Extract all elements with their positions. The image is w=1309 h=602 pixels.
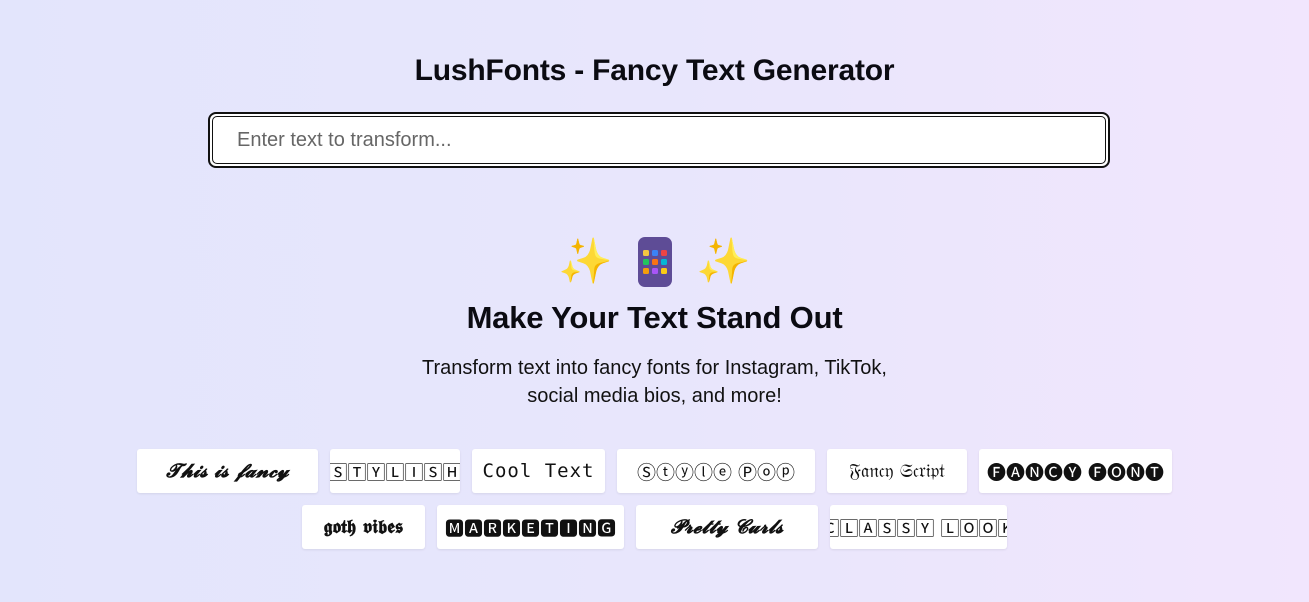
page-title: LushFonts - Fancy Text Generator [414, 54, 895, 87]
hero-subtitle-line-2: social media bios, and more! [527, 385, 782, 407]
app-tile [642, 259, 649, 265]
hero-subtitle-line-1: Transform text into fancy fonts for Inst… [422, 357, 887, 379]
example-chip[interactable]: 🅕🅐🅝🅒🅨 🅕🅞🅝🅣 [979, 449, 1172, 493]
app-tile [642, 268, 649, 274]
example-chip[interactable]: 𝓟𝓻𝓮𝓽𝓽𝔂 𝓒𝓾𝓻𝓵𝓼 [636, 505, 818, 549]
example-chip[interactable]: 🄲🄻🄰🅂🅂🅈 🄻🄾🄾🄺 [830, 505, 1007, 549]
hero-headline: Make Your Text Stand Out [466, 300, 843, 335]
search-input[interactable] [212, 116, 1106, 164]
app-tile [651, 259, 658, 265]
example-chip[interactable]: 🅂🅃🅈🄻🄸🅂🄷 [330, 449, 460, 493]
example-chip[interactable]: 𝙲𝚘𝚘𝚕 𝚃𝚎𝚡𝚝 [472, 449, 605, 493]
example-chip[interactable]: Ⓢⓣⓨⓛⓔ Ⓟⓞⓟ [617, 449, 815, 493]
example-chips-row-2: 𝖌𝖔𝖙𝖍 𝖛𝖎𝖇𝖊𝖘 🅼🅰🆁🅺🅴🆃🅸🅽🅶 𝓟𝓻𝓮𝓽𝓽𝔂 𝓒𝓾𝓻𝓵𝓼 🄲🄻🄰🅂🅂🅈… [0, 505, 1309, 549]
app-tile [660, 259, 667, 265]
example-chip[interactable]: 𝔉𝔞𝔫𝔠𝔶 𝔖𝔠𝔯𝔦𝔭𝔱 [827, 449, 967, 493]
example-chip[interactable]: 🅼🅰🆁🅺🅴🆃🅸🅽🅶 [437, 505, 624, 549]
sparkles-icon: ✨ [696, 237, 751, 286]
mobile-phone-icon [637, 237, 672, 287]
example-chip[interactable]: 𝖌𝖔𝖙𝖍 𝖛𝖎𝖇𝖊𝖘 [302, 505, 425, 549]
hero-icons: ✨ ✨ [0, 234, 1309, 290]
app-tile [660, 268, 667, 274]
example-chips-row-1: 𝓣𝓱𝓲𝓼 𝓲𝓼 𝓯𝓪𝓷𝓬𝔂 🅂🅃🅈🄻🄸🅂🄷 𝙲𝚘𝚘𝚕 𝚃𝚎𝚡𝚝 Ⓢⓣⓨⓛⓔ Ⓟⓞ… [0, 449, 1309, 493]
hero-subtitle: Transform text into fancy fonts for Inst… [0, 354, 1309, 410]
app-tile [660, 250, 667, 256]
sparkles-icon: ✨ [558, 237, 613, 286]
app-tile [642, 250, 649, 256]
search-box [208, 112, 1110, 168]
app-tile [651, 250, 658, 256]
app-tile [651, 268, 658, 274]
example-chip[interactable]: 𝓣𝓱𝓲𝓼 𝓲𝓼 𝓯𝓪𝓷𝓬𝔂 [137, 449, 318, 493]
